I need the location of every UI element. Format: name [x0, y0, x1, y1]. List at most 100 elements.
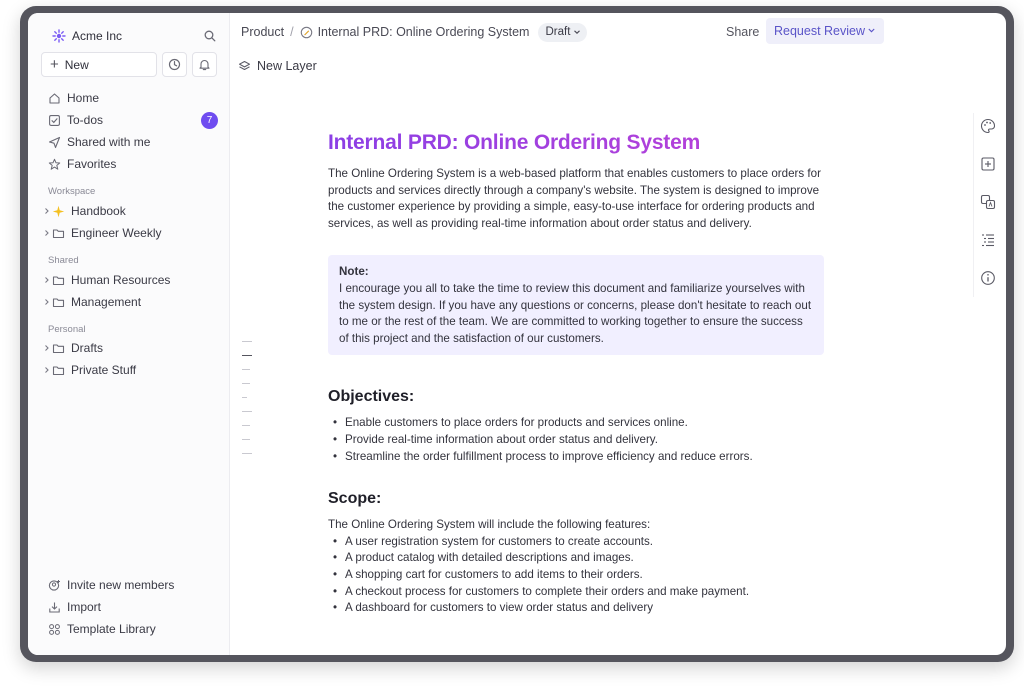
tree-item-label: Handbook — [71, 204, 126, 218]
intro-paragraph[interactable]: The Online Ordering System is a web-base… — [328, 166, 824, 232]
minimap-line — [242, 341, 252, 342]
list-item[interactable]: Streamline the order fulfillment process… — [328, 449, 824, 466]
info-tool-button[interactable] — [979, 269, 997, 287]
invite-icon — [48, 579, 60, 591]
tree-item-label: Human Resources — [71, 273, 171, 287]
translate-icon — [980, 194, 996, 210]
section-label-shared: Shared — [48, 255, 79, 266]
breadcrumb-document[interactable]: Internal PRD: Online Ordering System — [318, 25, 530, 39]
star-icon — [48, 158, 61, 170]
tree-item-engineer-weekly[interactable]: Engineer Weekly — [42, 222, 218, 244]
invite-members-link[interactable]: Invite new members — [42, 574, 218, 596]
chevron-right-icon[interactable] — [42, 297, 52, 307]
main-nav: Home To-dos 7 Shared with me Favorites W… — [42, 87, 218, 381]
tree-item-drafts[interactable]: Drafts — [42, 337, 218, 359]
plus-icon: + — [50, 56, 59, 73]
share-button[interactable]: Share — [726, 25, 759, 39]
right-toolbar — [973, 113, 1003, 297]
objectives-list: Enable customers to place orders for pro… — [328, 415, 824, 465]
folder-icon — [52, 343, 65, 353]
sidebar-footer: Invite new members Import Template Libra… — [42, 574, 218, 640]
send-icon — [48, 136, 61, 148]
tree-item-label: Drafts — [71, 341, 104, 355]
document-status-icon — [300, 26, 312, 38]
tree-item-handbook[interactable]: Handbook — [42, 200, 218, 222]
status-dropdown[interactable]: Draft — [538, 22, 588, 42]
list-item[interactable]: A dashboard for customers to view order … — [328, 600, 824, 617]
import-link[interactable]: Import — [42, 596, 218, 618]
app-window: Acme Inc + New Home To-dos 7 Shared with… — [28, 13, 1006, 655]
tree-item-label: Engineer Weekly — [71, 226, 162, 240]
chevron-down-icon — [574, 30, 581, 34]
objectives-heading[interactable]: Objectives: — [328, 388, 824, 406]
workspace-name: Acme Inc — [72, 29, 123, 43]
nav-item-todos[interactable]: To-dos 7 — [42, 109, 218, 131]
tree-item-human-resources[interactable]: Human Resources — [42, 269, 218, 291]
chevron-right-icon[interactable] — [42, 343, 52, 353]
chevron-right-icon[interactable] — [42, 365, 52, 375]
nav-item-label: To-dos — [67, 113, 104, 127]
minimap-line — [242, 355, 252, 356]
sidebar: Acme Inc + New Home To-dos 7 Shared with… — [28, 13, 230, 655]
nav-item-label: Favorites — [67, 157, 117, 171]
main-area: Product / Internal PRD: Online Ordering … — [230, 13, 1006, 655]
new-toolbar: + New — [41, 52, 217, 77]
document-minimap[interactable] — [242, 341, 254, 467]
breadcrumb-root[interactable]: Product — [241, 25, 284, 39]
tree-item-management[interactable]: Management — [42, 291, 218, 313]
tree-item-private-stuff[interactable]: Private Stuff — [42, 359, 218, 381]
minimap-line — [242, 397, 247, 398]
header-bar: Product / Internal PRD: Online Ordering … — [230, 13, 1006, 51]
import-icon — [49, 602, 60, 613]
search-icon[interactable] — [203, 29, 217, 43]
list-item[interactable]: Provide real-time information about orde… — [328, 432, 824, 449]
theme-tool-button[interactable] — [979, 117, 997, 135]
add-block-icon — [981, 157, 995, 171]
info-icon — [981, 271, 995, 285]
scope-intro[interactable]: The Online Ordering System will include … — [328, 517, 824, 534]
note-callout[interactable]: Note: I encourage you all to take the ti… — [328, 255, 824, 356]
footer-item-label: Template Library — [67, 622, 156, 636]
tree-item-label: Management — [71, 295, 142, 309]
list-item[interactable]: A checkout process for customers to comp… — [328, 584, 824, 601]
outline-tool-button[interactable] — [979, 231, 997, 249]
list-item[interactable]: A product catalog with detailed descript… — [328, 550, 824, 567]
scope-list: A user registration system for customers… — [328, 534, 824, 617]
nav-item-shared-with-me[interactable]: Shared with me — [42, 131, 218, 153]
minimap-line — [242, 369, 250, 370]
workspace-switcher[interactable]: Acme Inc — [52, 25, 217, 47]
chevron-down-icon[interactable] — [867, 26, 876, 35]
section-label-personal: Personal — [48, 324, 86, 335]
add-block-tool-button[interactable] — [979, 155, 997, 173]
template-library-link[interactable]: Template Library — [42, 618, 218, 640]
list-item[interactable]: A user registration system for customers… — [328, 534, 824, 551]
minimap-line — [242, 383, 250, 384]
chevron-right-icon[interactable] — [42, 206, 52, 216]
new-layer-label: New Layer — [257, 59, 317, 73]
list-item[interactable]: Enable customers to place orders for pro… — [328, 415, 824, 432]
document-title[interactable]: Internal PRD: Online Ordering System — [328, 131, 824, 155]
minimap-line — [242, 453, 252, 454]
workspace-logo-icon — [52, 29, 66, 43]
home-icon — [49, 92, 60, 104]
section-label-workspace: Workspace — [48, 186, 96, 197]
list-item[interactable]: A shopping cart for customers to add ite… — [328, 567, 824, 584]
new-button[interactable]: + New — [41, 52, 157, 77]
chevron-right-icon[interactable] — [42, 228, 52, 238]
nav-item-favorites[interactable]: Favorites — [42, 153, 218, 175]
folder-icon — [52, 275, 65, 285]
nav-item-home[interactable]: Home — [42, 87, 218, 109]
translate-tool-button[interactable] — [979, 193, 997, 211]
scope-heading[interactable]: Scope: — [328, 490, 824, 508]
footer-item-label: Import — [67, 600, 102, 614]
minimap-line — [242, 439, 250, 440]
chevron-right-icon[interactable] — [42, 275, 52, 285]
new-layer-button[interactable]: New Layer — [238, 59, 317, 73]
bell-icon — [199, 59, 210, 71]
folder-icon — [52, 365, 65, 375]
document-body[interactable]: Internal PRD: Online Ordering System The… — [328, 131, 824, 617]
notifications-button[interactable] — [192, 52, 217, 77]
request-review-button[interactable]: Request Review — [766, 18, 884, 44]
history-button[interactable] — [162, 52, 187, 77]
folder-icon — [52, 228, 65, 238]
